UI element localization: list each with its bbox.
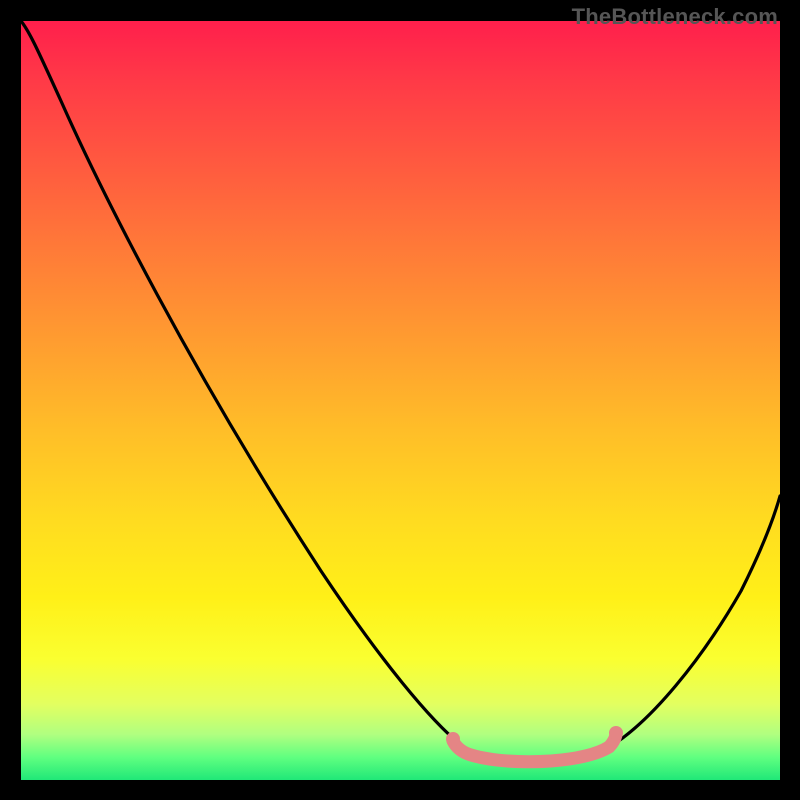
bottleneck-curve-line bbox=[21, 21, 780, 761]
optimal-zone-end-right bbox=[609, 726, 623, 740]
chart-lines bbox=[21, 21, 780, 780]
chart-frame: TheBottleneck.com bbox=[0, 0, 800, 800]
optimal-zone-marker bbox=[453, 735, 616, 762]
watermark-text: TheBottleneck.com bbox=[572, 4, 778, 30]
optimal-zone-end-left bbox=[446, 732, 460, 746]
